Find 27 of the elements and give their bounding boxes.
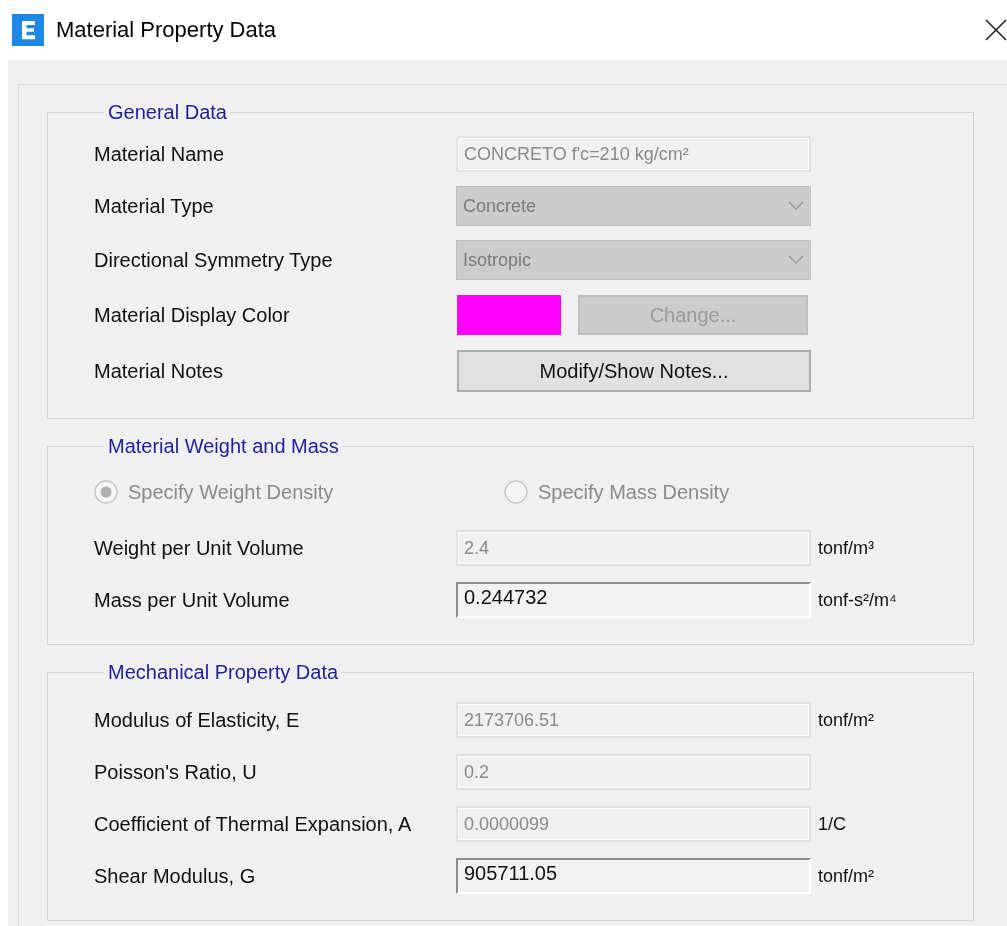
field-label: Material Name [94, 142, 226, 166]
unit-label: tonf/m³ [817, 537, 875, 559]
unit-label: tonf/m² [817, 709, 875, 731]
group-title: Mechanical Property Data [107, 661, 340, 684]
field-label: Material Notes [94, 359, 224, 383]
field-label: Modulus of Elasticity, E [94, 708, 301, 732]
value-field[interactable]: 0.244732 [456, 582, 811, 618]
notes-button[interactable]: Modify/Show Notes... [457, 350, 811, 392]
group-title: Material Weight and Mass [107, 435, 340, 458]
unit-label: tonf/m² [817, 865, 875, 887]
field-label: Material Display Color [94, 303, 291, 327]
field-label: Weight per Unit Volume [94, 536, 305, 560]
group-title: General Data [107, 101, 228, 124]
close-icon[interactable] [985, 19, 1007, 41]
unit-label: 1/C [817, 813, 847, 835]
chevron-down-icon [788, 255, 804, 265]
chevron-down-icon [788, 201, 804, 211]
unit-label: tonf-s²/m⁴ [817, 589, 898, 611]
field-label: Poisson's Ratio, U [94, 760, 258, 784]
field-label: Material Type [94, 194, 215, 218]
app-logo-icon [12, 14, 44, 46]
window-title: Material Property Data [56, 17, 278, 43]
field-label: Coefficient of Thermal Expansion, A [94, 812, 413, 836]
value-field[interactable]: 905711.05 [456, 858, 811, 894]
field-label: Mass per Unit Volume [94, 588, 291, 612]
field-label: Directional Symmetry Type [94, 248, 334, 272]
field-label: Shear Modulus, G [94, 864, 257, 888]
